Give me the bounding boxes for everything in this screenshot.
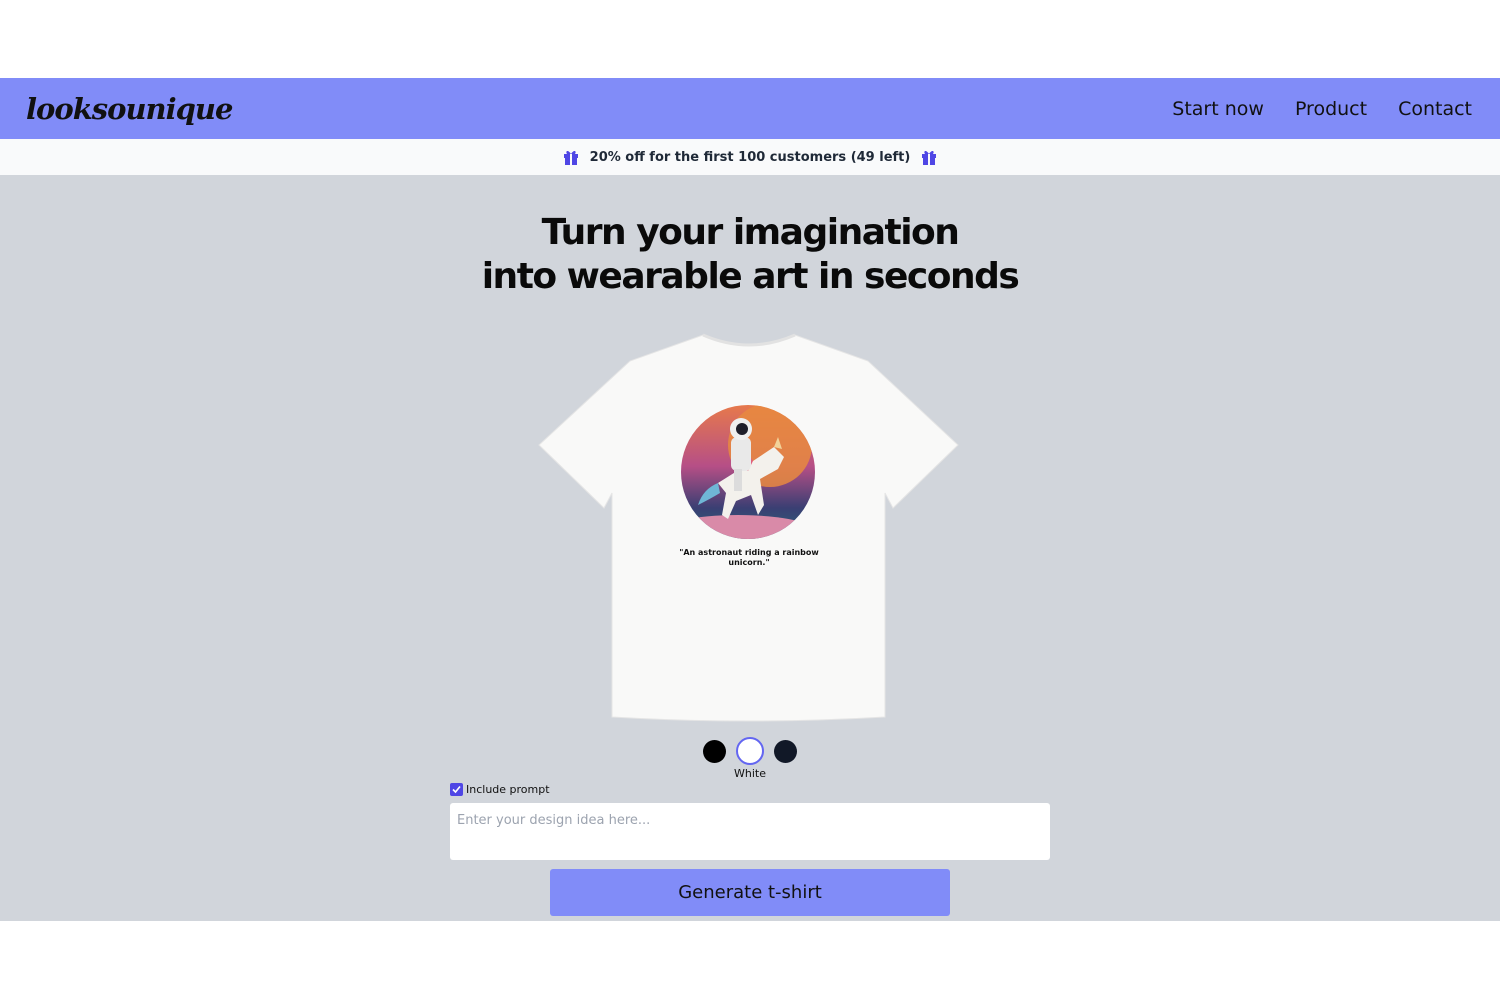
promo-banner: 20% off for the first 100 customers (49 … [0,139,1500,175]
color-swatches [0,737,1500,765]
color-swatch-navy[interactable] [774,739,797,763]
color-swatch-black[interactable] [703,739,726,763]
print-caption-line1: "An astronaut riding a rainbow [679,548,819,557]
design-idea-input[interactable] [450,803,1050,860]
nav-links: Start now Product Contact [1172,98,1472,120]
tshirt-image: "An astronaut riding a rainbow unicorn." [538,333,959,722]
selected-color-label: White [734,767,766,780]
tshirt-preview: "An astronaut riding a rainbow unicorn." [538,333,960,723]
include-prompt-checkbox[interactable] [450,783,463,796]
include-prompt-label: Include prompt [466,783,550,796]
gift-icon [922,150,937,165]
promo-text: 20% off for the first 100 customers (49 … [589,149,911,165]
color-swatch-white[interactable] [736,737,764,765]
brand-logo[interactable]: looksounique [26,92,233,126]
print-caption-line2: unicorn." [728,558,769,567]
gift-icon [563,150,578,165]
include-prompt-row: Include prompt [450,783,550,796]
hero-headline: Turn your imagination into wearable art … [0,211,1500,299]
check-icon [452,785,461,794]
nav-product-link[interactable]: Product [1295,98,1367,120]
nav-start-now-link[interactable]: Start now [1172,98,1264,120]
hero-headline-line1: Turn your imagination [541,212,960,253]
hero-headline-line2: into wearable art in seconds [481,256,1020,297]
generate-tshirt-button[interactable]: Generate t-shirt [550,869,950,916]
top-navbar: looksounique Start now Product Contact [0,78,1500,139]
hero-section: Turn your imagination into wearable art … [0,175,1500,921]
nav-contact-link[interactable]: Contact [1398,98,1472,120]
